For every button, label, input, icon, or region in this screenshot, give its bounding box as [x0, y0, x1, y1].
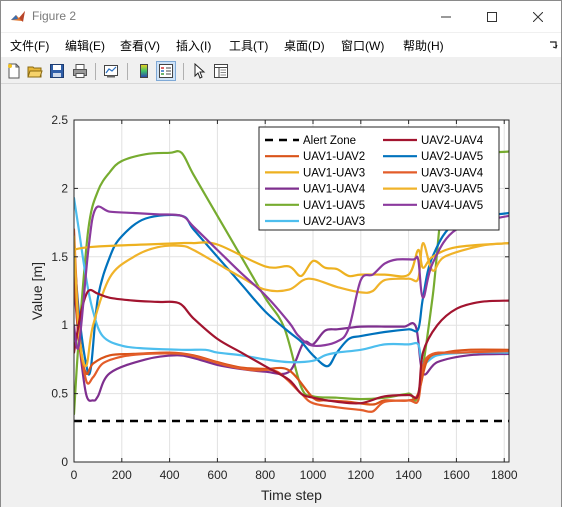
property-inspector-icon [214, 64, 228, 78]
pointer-icon [194, 63, 206, 79]
x-tick-label: 800 [255, 468, 275, 482]
x-tick-label: 400 [160, 468, 180, 482]
save-icon [50, 64, 64, 78]
link-plot-icon [104, 65, 118, 78]
legend-label: UAV3-UAV4 [421, 167, 484, 179]
legend-label: UAV1-UAV5 [303, 200, 365, 212]
figure-window: Figure 2 文件(F) 编辑(E) 查看(V) 插入(I) 工具(T) 桌… [0, 0, 562, 507]
edit-plot-button[interactable] [189, 61, 209, 81]
menu-window[interactable]: 窗口(W) [341, 37, 384, 54]
menu-desktop[interactable]: 桌面(D) [284, 37, 325, 54]
y-tick-label: 1.5 [51, 250, 68, 264]
menu-file[interactable]: 文件(F) [10, 37, 49, 54]
x-tick-label: 1800 [491, 468, 518, 482]
legend-label: Alert Zone [303, 135, 356, 147]
legend-label: UAV2-UAV5 [421, 151, 483, 163]
new-figure-icon [8, 63, 20, 79]
legend-label: UAV3-UAV5 [421, 184, 483, 196]
y-axis-label: Value [m] [29, 262, 45, 320]
x-tick-label: 1200 [347, 468, 374, 482]
legend-label: UAV1-UAV2 [303, 151, 365, 163]
figure-canvas: 0 200 400 600 800 1000 1200 1400 1600 1800 0 0.5 1 1.… [1, 85, 561, 507]
print-icon [73, 64, 87, 78]
legend-label: UAV2-UAV4 [421, 135, 484, 147]
legend-label: UAV1-UAV3 [303, 167, 365, 179]
menu-edit[interactable]: 编辑(E) [65, 37, 105, 54]
save-button[interactable] [47, 61, 67, 81]
x-tick-label: 1400 [395, 468, 422, 482]
menu-tools[interactable]: 工具(T) [229, 37, 268, 54]
legend-label: UAV1-UAV4 [303, 184, 366, 196]
legend-label: UAV2-UAV3 [303, 216, 365, 228]
open-folder-icon [27, 66, 43, 78]
maximize-button[interactable] [469, 1, 515, 32]
legend-label: UAV4-UAV5 [421, 200, 483, 212]
menu-help[interactable]: 帮助(H) [403, 37, 444, 54]
x-tick-label: 200 [112, 468, 132, 482]
window-title: Figure 2 [32, 9, 77, 23]
x-tick-label: 1600 [443, 468, 470, 482]
colorbar-button[interactable] [134, 61, 154, 81]
toolbar-separator [127, 63, 128, 80]
toolbar-separator [183, 63, 184, 80]
x-tick-label: 0 [71, 468, 78, 482]
link-plot-button[interactable] [101, 61, 121, 81]
x-tick-label: 1000 [300, 468, 327, 482]
open-file-button[interactable] [25, 61, 45, 81]
line-chart[interactable]: 0 200 400 600 800 1000 1200 1400 1600 1800 0 0.5 1 1.… [1, 85, 561, 507]
property-inspector-button[interactable] [211, 61, 231, 81]
y-tick-label: 2 [61, 181, 68, 195]
maximize-icon [487, 11, 497, 22]
minimize-button[interactable] [423, 1, 469, 32]
menu-insert[interactable]: 插入(I) [176, 37, 211, 54]
menu-bar: 文件(F) 编辑(E) 查看(V) 插入(I) 工具(T) 桌面(D) 窗口(W… [1, 33, 561, 57]
close-button[interactable] [515, 1, 561, 32]
y-tick-label: 0.5 [51, 387, 68, 401]
y-tick-label: 0 [61, 455, 68, 469]
menu-overflow-arrow-icon[interactable] [548, 39, 558, 49]
close-icon [533, 11, 543, 22]
legend-button[interactable] [156, 61, 176, 81]
y-tick-label: 1 [61, 318, 68, 332]
colorbar-icon [140, 64, 148, 78]
legend[interactable]: Alert Zone UAV1-UAV2 UAV1-UAV3 UAV1-UAV4 UAV… [258, 126, 500, 231]
print-button[interactable] [70, 61, 90, 81]
new-figure-button[interactable] [4, 61, 24, 81]
matlab-logo-icon [11, 11, 25, 22]
figure-toolbar [1, 59, 561, 84]
x-tick-label: 600 [207, 468, 227, 482]
title-bar[interactable]: Figure 2 [1, 1, 561, 32]
y-tick-label: 2.5 [51, 113, 68, 127]
toolbar-separator [95, 63, 96, 80]
x-axis-label: Time step [261, 487, 322, 503]
legend-icon [159, 64, 173, 78]
menu-view[interactable]: 查看(V) [120, 37, 160, 54]
minimize-icon [441, 16, 451, 17]
